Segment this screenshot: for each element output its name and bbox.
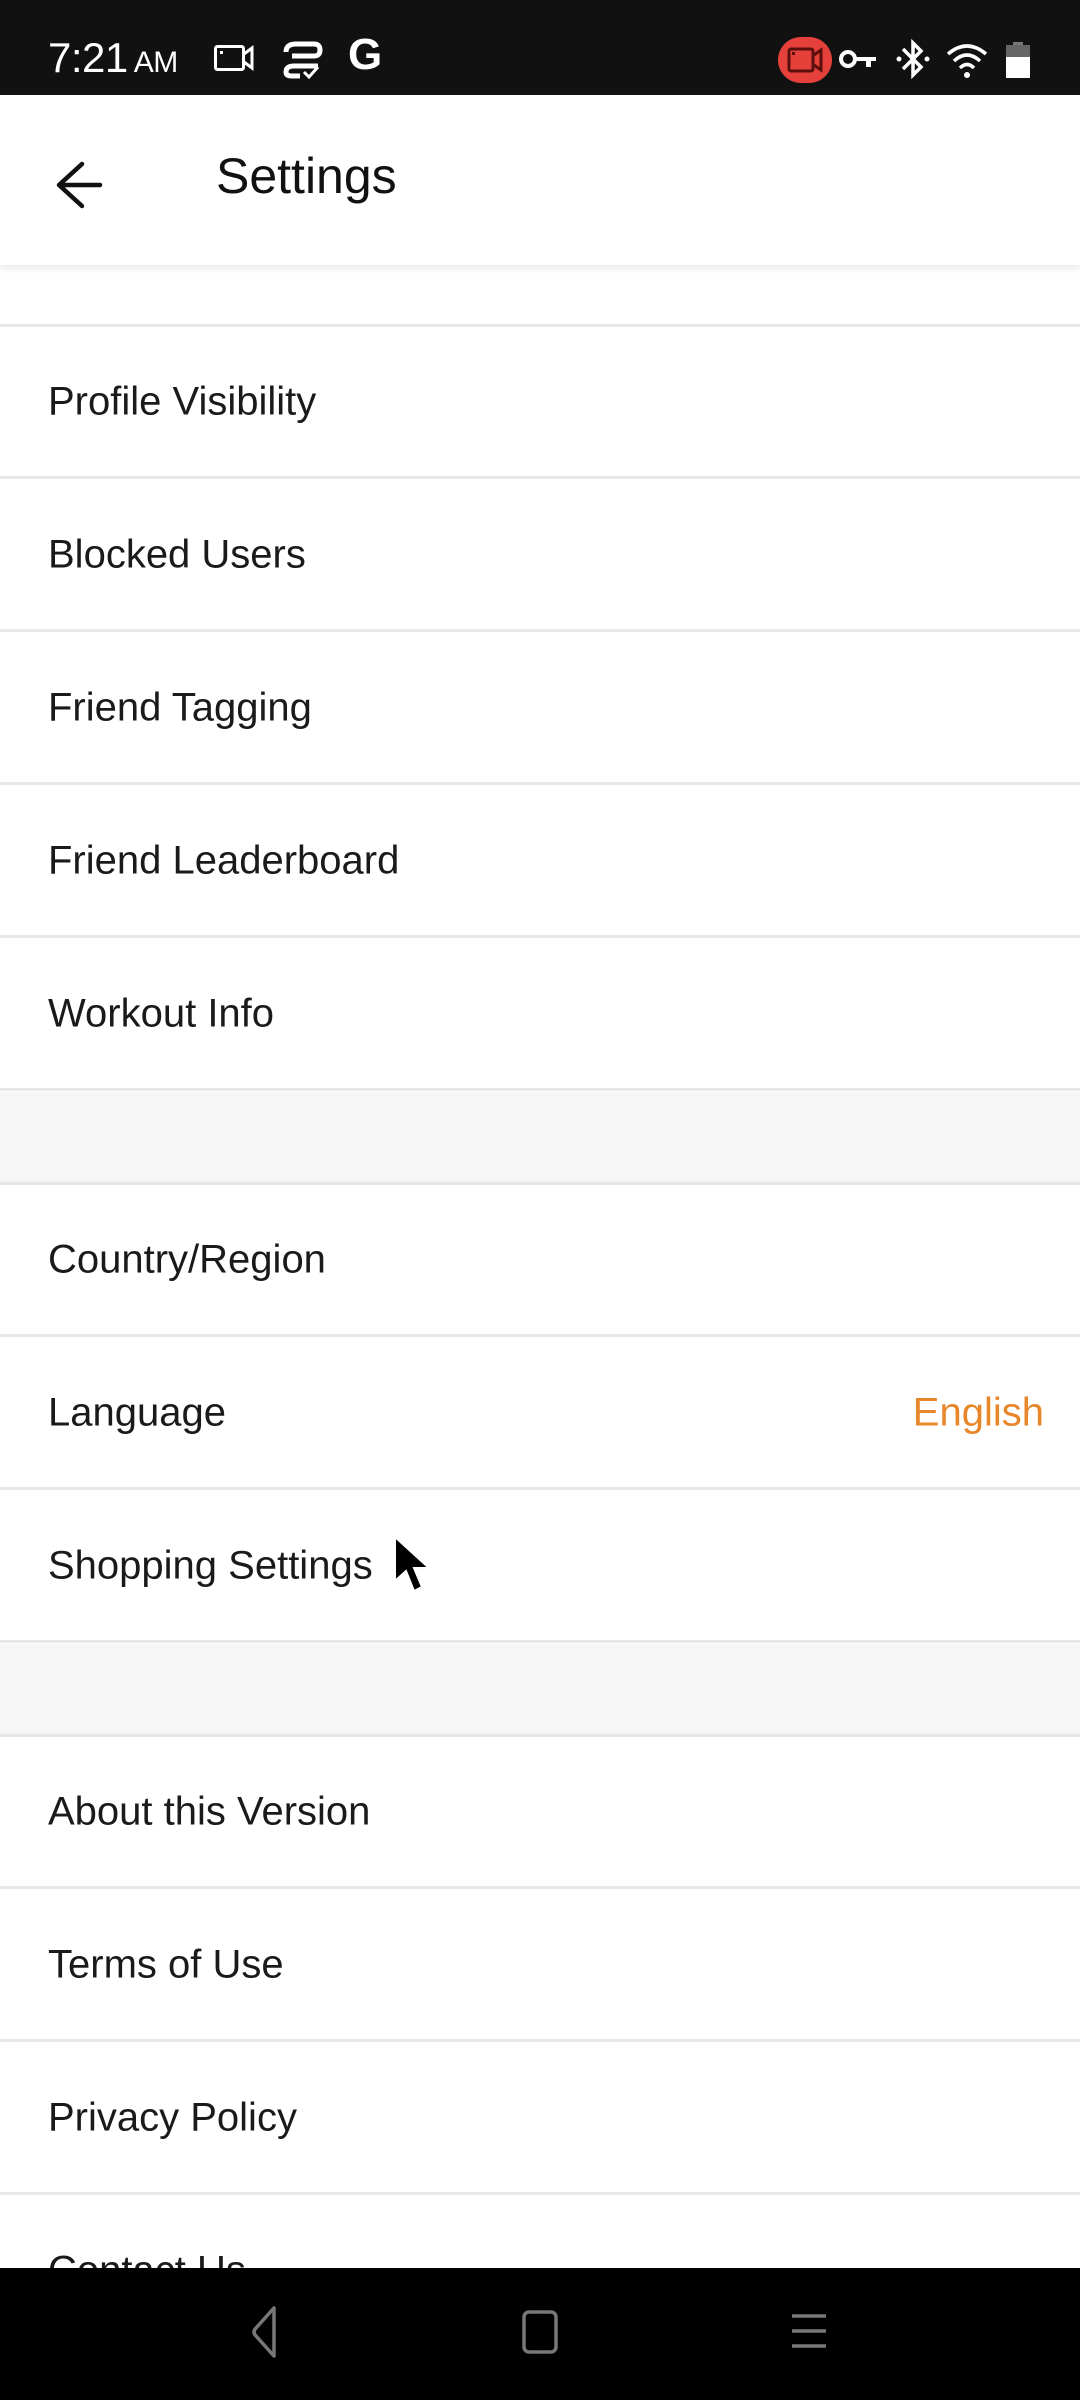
battery-icon <box>1006 42 1030 78</box>
ampm-text: AM <box>133 46 179 79</box>
list-item-label: Workout Info <box>48 991 275 1035</box>
list-item-label: Friend Leaderboard <box>48 838 400 882</box>
nav-home-button[interactable] <box>500 2298 580 2368</box>
sync-check-icon <box>283 41 323 80</box>
back-nav-icon <box>252 2306 276 2358</box>
bluetooth-icon <box>896 38 930 80</box>
list-item-label: Friend Tagging <box>48 685 312 729</box>
back-button[interactable] <box>40 145 130 225</box>
list-item-profile-visibility[interactable]: Profile Visibility <box>0 327 1080 479</box>
list-item-label: Shopping Settings <box>48 1543 373 1587</box>
recording-indicator-icon <box>778 37 832 83</box>
nav-back-button[interactable] <box>226 2298 306 2368</box>
page-title: Settings <box>216 148 397 204</box>
list-item-country-region[interactable]: Country/Region <box>0 1185 1080 1337</box>
list-item-label: Country/Region <box>48 1237 326 1281</box>
list-item-shopping-settings[interactable]: Shopping Settings <box>0 1491 1080 1643</box>
nav-recents-button[interactable] <box>770 2298 850 2368</box>
screen-record-icon <box>214 45 254 71</box>
list-item-label: About this Version <box>48 1789 371 1833</box>
list-item-label: Profile Visibility <box>48 379 317 423</box>
google-icon: G <box>348 30 383 79</box>
list-item-friend-tagging[interactable]: Friend Tagging <box>0 633 1080 785</box>
vpn-key-icon <box>839 50 876 68</box>
list-item-label: Blocked Users <box>48 532 306 576</box>
list-item-terms-of-use[interactable]: Terms of Use <box>0 1890 1080 2042</box>
app-bar: Settings <box>0 95 1080 265</box>
language-value: English <box>912 1390 1044 1434</box>
list-item-label: Terms of Use <box>48 1942 284 1986</box>
time-text: 7:21 <box>48 34 128 81</box>
section-divider <box>0 1644 1080 1737</box>
list-item-label: Language <box>48 1390 226 1434</box>
wifi-icon <box>946 44 988 78</box>
recents-nav-icon <box>792 2314 826 2348</box>
list-item-privacy-policy[interactable]: Privacy Policy <box>0 2043 1080 2195</box>
status-time: 7:21 AM <box>48 34 178 82</box>
arrow-left-icon <box>56 161 103 209</box>
screen: 7:21 AM G Settings Profile Visibility Bl… <box>0 0 1080 2400</box>
list-item-workout-info[interactable]: Workout Info <box>0 939 1080 1091</box>
list-item-label: Privacy Policy <box>48 2095 297 2139</box>
list-item-language[interactable]: Language English <box>0 1338 1080 1490</box>
section-divider <box>0 1092 1080 1185</box>
list-item-friend-leaderboard[interactable]: Friend Leaderboard <box>0 786 1080 938</box>
home-nav-icon <box>522 2310 558 2354</box>
status-bar: 7:21 AM G <box>0 0 1080 95</box>
mouse-cursor-icon <box>394 1535 432 1593</box>
list-item-blocked-users[interactable]: Blocked Users <box>0 480 1080 632</box>
list-item-about-this-version[interactable]: About this Version <box>0 1737 1080 1889</box>
system-nav-bar <box>0 2268 1080 2400</box>
